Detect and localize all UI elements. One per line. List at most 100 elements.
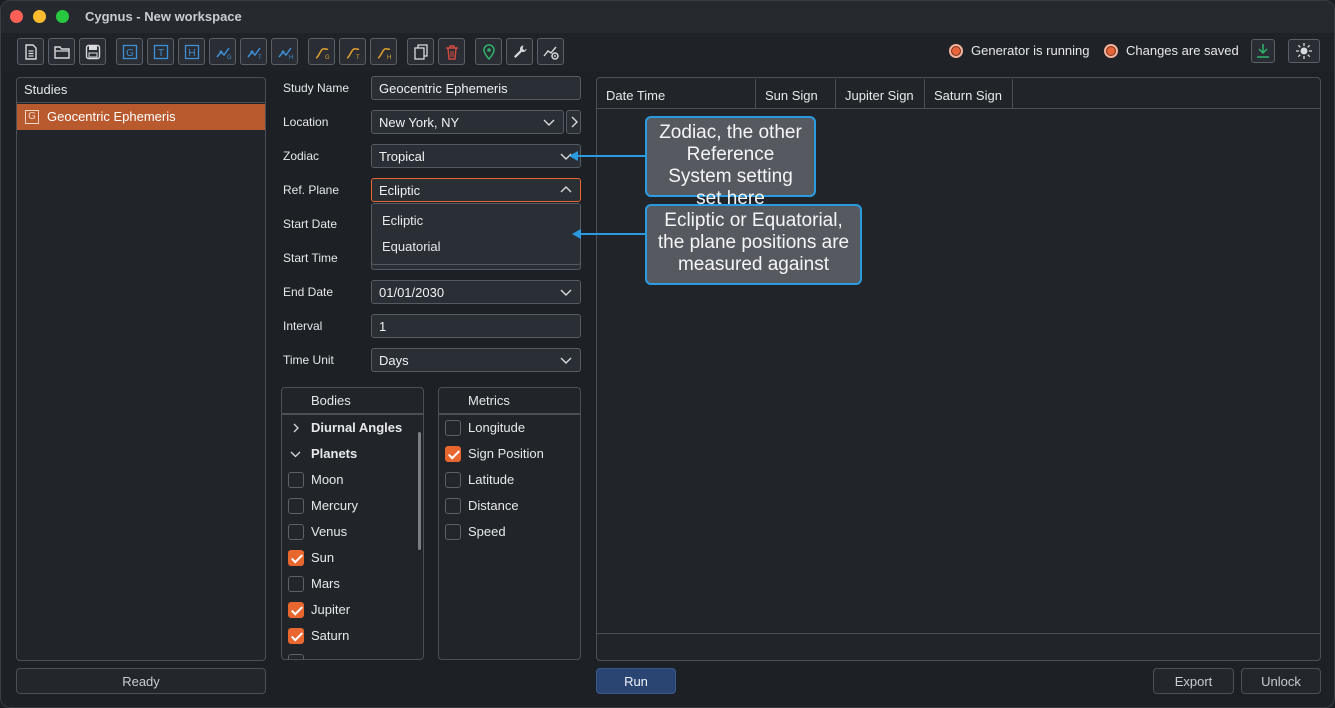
new-file-button[interactable] <box>17 38 44 65</box>
metric-label: Speed <box>468 524 506 539</box>
ref-plane-option-equatorial[interactable]: Equatorial <box>382 239 441 254</box>
callout-arrows <box>569 151 646 239</box>
column-header-date-time[interactable]: Date Time <box>597 79 756 108</box>
body-moon[interactable]: Moon <box>282 467 423 493</box>
chevron-right-icon <box>571 116 578 128</box>
run-button[interactable]: Run <box>596 668 676 694</box>
end-date-select[interactable]: 01/01/2030 <box>371 280 581 304</box>
body-jupiter[interactable]: Jupiter <box>282 597 423 623</box>
svg-text:G: G <box>126 48 134 59</box>
delete-button[interactable] <box>438 38 465 65</box>
new-t-study-button[interactable]: T <box>147 38 174 65</box>
ref-plane-dropdown: Ecliptic Equatorial <box>371 203 581 265</box>
save-icon <box>85 44 100 59</box>
checkbox-checked[interactable] <box>445 446 461 462</box>
open-folder-icon <box>53 45 70 59</box>
group-planets[interactable]: Planets <box>282 441 423 467</box>
download-button[interactable] <box>1251 39 1275 63</box>
study-item-label: Geocentric Ephemeris <box>47 109 176 124</box>
graph-h-button[interactable]: H <box>271 38 298 65</box>
chart-h-button[interactable]: H <box>370 38 397 65</box>
body-label: Sun <box>311 550 335 565</box>
location-select[interactable]: New York, NY <box>371 110 564 134</box>
interval-input[interactable]: 1 <box>371 314 581 338</box>
study-name-input[interactable]: Geocentric Ephemeris <box>371 76 581 100</box>
checkbox[interactable] <box>288 472 304 488</box>
theme-toggle-button[interactable] <box>1288 39 1320 63</box>
ready-status-button[interactable]: Ready <box>16 668 266 694</box>
interval-label: Interval <box>283 319 323 333</box>
location-more-button[interactable] <box>566 110 581 134</box>
ref-plane-select[interactable]: Ecliptic <box>371 178 581 202</box>
checkbox-checked[interactable] <box>288 602 304 618</box>
chart-t-button[interactable]: T <box>339 38 366 65</box>
body-mercury[interactable]: Mercury <box>282 493 423 519</box>
body-saturn[interactable]: Saturn <box>282 623 423 649</box>
svg-text:T: T <box>157 48 163 59</box>
plane-arrowhead-icon <box>572 229 581 239</box>
checkbox[interactable] <box>288 498 304 514</box>
unlock-button[interactable]: Unlock <box>1241 668 1321 694</box>
save-button[interactable] <box>79 38 106 65</box>
body-label: Saturn <box>311 628 350 643</box>
metric-latitude[interactable]: Latitude <box>439 467 580 493</box>
new-g-study-button[interactable]: G <box>116 38 143 65</box>
body-venus[interactable]: Venus <box>282 519 423 545</box>
time-unit-select[interactable]: Days <box>371 348 581 372</box>
graph-t-button[interactable]: T <box>240 38 267 65</box>
chevron-right-icon <box>293 423 299 433</box>
settings-button[interactable] <box>506 38 533 65</box>
metric-sign-position[interactable]: Sign Position <box>439 441 580 467</box>
zodiac-callout: Zodiac, the other Reference System setti… <box>645 116 816 209</box>
graph-t-icon: T <box>246 47 262 61</box>
ref-plane-callout: Ecliptic or Equatorial, the plane positi… <box>645 204 862 285</box>
chevron-down-icon <box>290 451 301 458</box>
checkbox-checked[interactable] <box>288 550 304 566</box>
generator-status-label: Generator is running <box>971 43 1090 58</box>
maximize-window-button[interactable] <box>56 10 69 23</box>
chart-g-button[interactable]: G <box>308 38 335 65</box>
start-time-label: Start Time <box>283 251 338 265</box>
checkbox[interactable] <box>288 654 304 659</box>
body-sun[interactable]: Sun <box>282 545 423 571</box>
column-header-jupiter-sign[interactable]: Jupiter Sign <box>836 79 925 108</box>
duplicate-button[interactable] <box>407 38 434 65</box>
body-label: Venus <box>311 524 348 539</box>
metric-longitude[interactable]: Longitude <box>439 415 580 441</box>
checkbox[interactable] <box>288 524 304 540</box>
minimize-window-button[interactable] <box>33 10 46 23</box>
bodies-header: Bodies <box>311 393 351 408</box>
checkbox[interactable] <box>288 576 304 592</box>
location-label: Location <box>283 115 329 129</box>
graph-g-button[interactable]: G <box>209 38 236 65</box>
g-study-badge-icon: G <box>25 110 39 124</box>
metrics-header: Metrics <box>468 393 510 408</box>
metric-speed[interactable]: Speed <box>439 519 580 545</box>
body-partial-row <box>282 649 423 659</box>
checkbox-checked[interactable] <box>288 628 304 644</box>
metric-distance[interactable]: Distance <box>439 493 580 519</box>
zodiac-select[interactable]: Tropical <box>371 144 581 168</box>
t-study-icon: T <box>153 44 168 59</box>
location-button[interactable] <box>475 38 502 65</box>
column-header-saturn-sign[interactable]: Saturn Sign <box>925 79 1013 108</box>
export-button[interactable]: Export <box>1153 668 1234 694</box>
wrench-icon <box>513 44 526 58</box>
close-window-button[interactable] <box>10 10 23 23</box>
column-header-sun-sign[interactable]: Sun Sign <box>756 79 836 108</box>
chart-h-icon: H <box>377 47 391 61</box>
study-item[interactable]: G Geocentric Ephemeris <box>17 104 265 130</box>
checkbox[interactable] <box>445 524 461 540</box>
graph-settings-button[interactable] <box>537 38 564 65</box>
body-mars[interactable]: Mars <box>282 571 423 597</box>
chevron-down-icon <box>560 289 572 296</box>
open-button[interactable] <box>48 38 75 65</box>
time-unit-label: Time Unit <box>283 353 334 367</box>
checkbox[interactable] <box>445 420 461 436</box>
checkbox[interactable] <box>445 472 461 488</box>
end-date-value: 01/01/2030 <box>379 285 445 300</box>
new-h-study-button[interactable]: H <box>178 38 205 65</box>
ref-plane-option-ecliptic[interactable]: Ecliptic <box>382 213 423 228</box>
checkbox[interactable] <box>445 498 461 514</box>
group-diurnal-angles[interactable]: Diurnal Angles <box>282 415 423 441</box>
